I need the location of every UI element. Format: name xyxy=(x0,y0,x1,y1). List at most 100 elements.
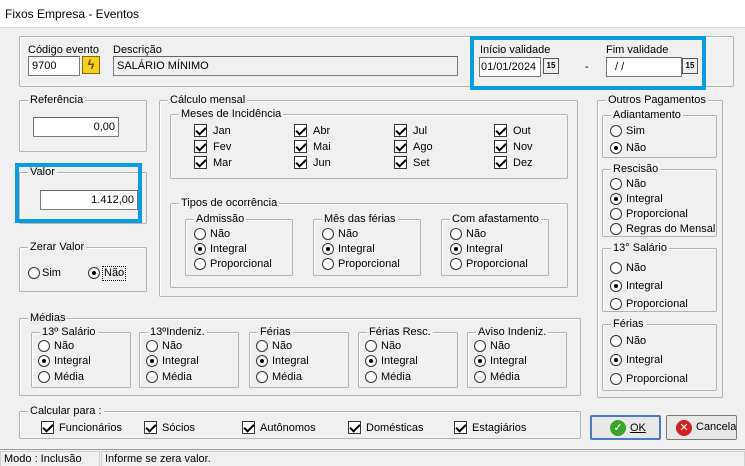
mes-ferias-integral-radio[interactable] xyxy=(322,243,334,255)
decimo-integral-label: Integral xyxy=(626,280,663,292)
zerar-sim-radio[interactable] xyxy=(28,267,40,279)
admissao-title: Admissão xyxy=(194,213,247,226)
media-13-media-radio[interactable] xyxy=(38,371,50,383)
status-hint: Informe se zera valor. xyxy=(101,451,745,466)
referencia-title: Referência xyxy=(28,94,86,107)
admissao-proporcional-radio[interactable] xyxy=(194,258,206,270)
decimo-proporcional-label: Proporcional xyxy=(626,298,688,310)
calc-socios-label: Sócios xyxy=(162,422,196,434)
calc-funcionarios-checkbox[interactable] xyxy=(41,421,54,434)
inicio-input[interactable]: 01/01/2024 xyxy=(479,57,541,77)
tipos-title: Tipos de ocorrência xyxy=(179,197,280,210)
adiantamento-sim-label: Sim xyxy=(626,125,645,137)
media-aviso-integral-label: Integral xyxy=(490,355,527,367)
decimo-title: 13° Salário xyxy=(611,242,669,255)
ferias-outros-integral-label: Integral xyxy=(626,354,663,366)
mes-jan-checkbox[interactable] xyxy=(194,124,207,137)
admissao-integral-label: Integral xyxy=(210,243,247,255)
mes-ago-label: Ago xyxy=(413,141,433,153)
media-ferias-media-radio[interactable] xyxy=(256,371,268,383)
inicio-calendar-icon[interactable]: 15 xyxy=(543,58,559,74)
afastamento-title: Com afastamento xyxy=(450,213,541,226)
zerar-nao-radio[interactable] xyxy=(88,267,100,279)
afastamento-integral-label: Integral xyxy=(466,243,503,255)
decimo-nao-radio[interactable] xyxy=(610,262,622,274)
fim-input[interactable]: / / xyxy=(606,57,682,77)
descricao-input: SALÁRIO MÍNIMO xyxy=(113,56,458,76)
codigo-input[interactable]: 9700 xyxy=(28,56,80,76)
mes-jul-checkbox[interactable] xyxy=(394,124,407,137)
status-bar: Modo : Inclusão Informe se zera valor. xyxy=(0,449,745,466)
referencia-input[interactable]: 0,00 xyxy=(33,117,119,137)
rescisao-title: Rescisão xyxy=(611,163,661,176)
media-ferias-resc-media-radio[interactable] xyxy=(365,371,377,383)
mes-fev-checkbox[interactable] xyxy=(194,140,207,153)
afastamento-nao-radio[interactable] xyxy=(450,228,462,240)
cancel-button[interactable]: ✕ Cancela xyxy=(666,415,737,440)
media-13-integral-radio[interactable] xyxy=(38,355,50,367)
rescisao-proporcional-label: Proporcional xyxy=(626,208,688,220)
media-13-nao-radio[interactable] xyxy=(38,340,50,352)
check-icon: ✓ xyxy=(610,420,626,436)
cancel-label: Cancela xyxy=(696,421,737,433)
calc-autonomos-label: Autônomos xyxy=(260,422,316,434)
mes-abr-checkbox[interactable] xyxy=(294,124,307,137)
admissao-nao-radio[interactable] xyxy=(194,228,206,240)
media-ferias-resc-nao-radio[interactable] xyxy=(365,340,377,352)
mes-ferias-nao-radio[interactable] xyxy=(322,228,334,240)
rescisao-regras-radio[interactable] xyxy=(610,223,622,235)
ferias-outros-integral-radio[interactable] xyxy=(610,354,622,366)
ferias-outros-proporcional-radio[interactable] xyxy=(610,373,622,385)
mes-ferias-nao-label: Não xyxy=(338,228,359,240)
media-ferias-integral-label: Integral xyxy=(272,355,309,367)
calc-socios-checkbox[interactable] xyxy=(144,421,157,434)
decimo-integral-radio[interactable] xyxy=(610,280,622,292)
fim-calendar-icon[interactable]: 15 xyxy=(682,58,698,74)
mes-set-checkbox[interactable] xyxy=(394,156,407,169)
rescisao-proporcional-radio[interactable] xyxy=(610,208,622,220)
ok-button[interactable]: ✓ OK xyxy=(590,415,661,440)
media-13indeniz-media-radio[interactable] xyxy=(146,371,158,383)
mes-mar-checkbox[interactable] xyxy=(194,156,207,169)
media-13indeniz-integral-radio[interactable] xyxy=(146,355,158,367)
media-ferias-nao-label: Não xyxy=(272,340,293,352)
media-ferias-resc-integral-radio[interactable] xyxy=(365,355,377,367)
mes-set-label: Set xyxy=(413,157,430,169)
admissao-integral-radio[interactable] xyxy=(194,243,206,255)
mes-jul-label: Jul xyxy=(413,125,428,137)
media-ferias-nao-radio[interactable] xyxy=(256,340,268,352)
mes-out-checkbox[interactable] xyxy=(494,124,507,137)
adiantamento-nao-radio[interactable] xyxy=(610,142,622,154)
mes-ferias-integral-label: Integral xyxy=(338,243,375,255)
mes-jun-label: Jun xyxy=(313,157,331,169)
adiantamento-sim-radio[interactable] xyxy=(610,125,622,137)
mes-ferias-proporcional-radio[interactable] xyxy=(322,258,334,270)
decimo-proporcional-radio[interactable] xyxy=(610,298,622,310)
calc-estagiarios-checkbox[interactable] xyxy=(454,421,467,434)
media-ferias-media-label: Média xyxy=(272,371,302,383)
media-ferias-resc-media-label: Média xyxy=(381,371,411,383)
mes-mai-checkbox[interactable] xyxy=(294,140,307,153)
cancel-icon: ✕ xyxy=(676,420,692,436)
afastamento-proporcional-radio[interactable] xyxy=(450,258,462,270)
calc-domesticas-checkbox[interactable] xyxy=(348,421,361,434)
calc-autonomos-checkbox[interactable] xyxy=(242,421,255,434)
mes-nov-checkbox[interactable] xyxy=(494,140,507,153)
media-ferias-integral-radio[interactable] xyxy=(256,355,268,367)
mes-ago-checkbox[interactable] xyxy=(394,140,407,153)
media-aviso-nao-radio[interactable] xyxy=(474,340,486,352)
rescisao-nao-radio[interactable] xyxy=(610,178,622,190)
rescisao-integral-radio[interactable] xyxy=(610,193,622,205)
rescisao-nao-label: Não xyxy=(626,178,647,190)
mes-jun-checkbox[interactable] xyxy=(294,156,307,169)
validade-dash: - xyxy=(585,61,589,73)
ferias-outros-nao-radio[interactable] xyxy=(610,335,622,347)
media-aviso-integral-radio[interactable] xyxy=(474,355,486,367)
mes-dez-checkbox[interactable] xyxy=(494,156,507,169)
afastamento-integral-radio[interactable] xyxy=(450,243,462,255)
lightning-icon[interactable]: ϟ xyxy=(82,56,100,74)
media-aviso-media-radio[interactable] xyxy=(474,371,486,383)
media-13indeniz-nao-radio[interactable] xyxy=(146,340,158,352)
mes-ferias-title: Mês das férias xyxy=(322,213,398,226)
media-13-integral-label: Integral xyxy=(54,355,91,367)
